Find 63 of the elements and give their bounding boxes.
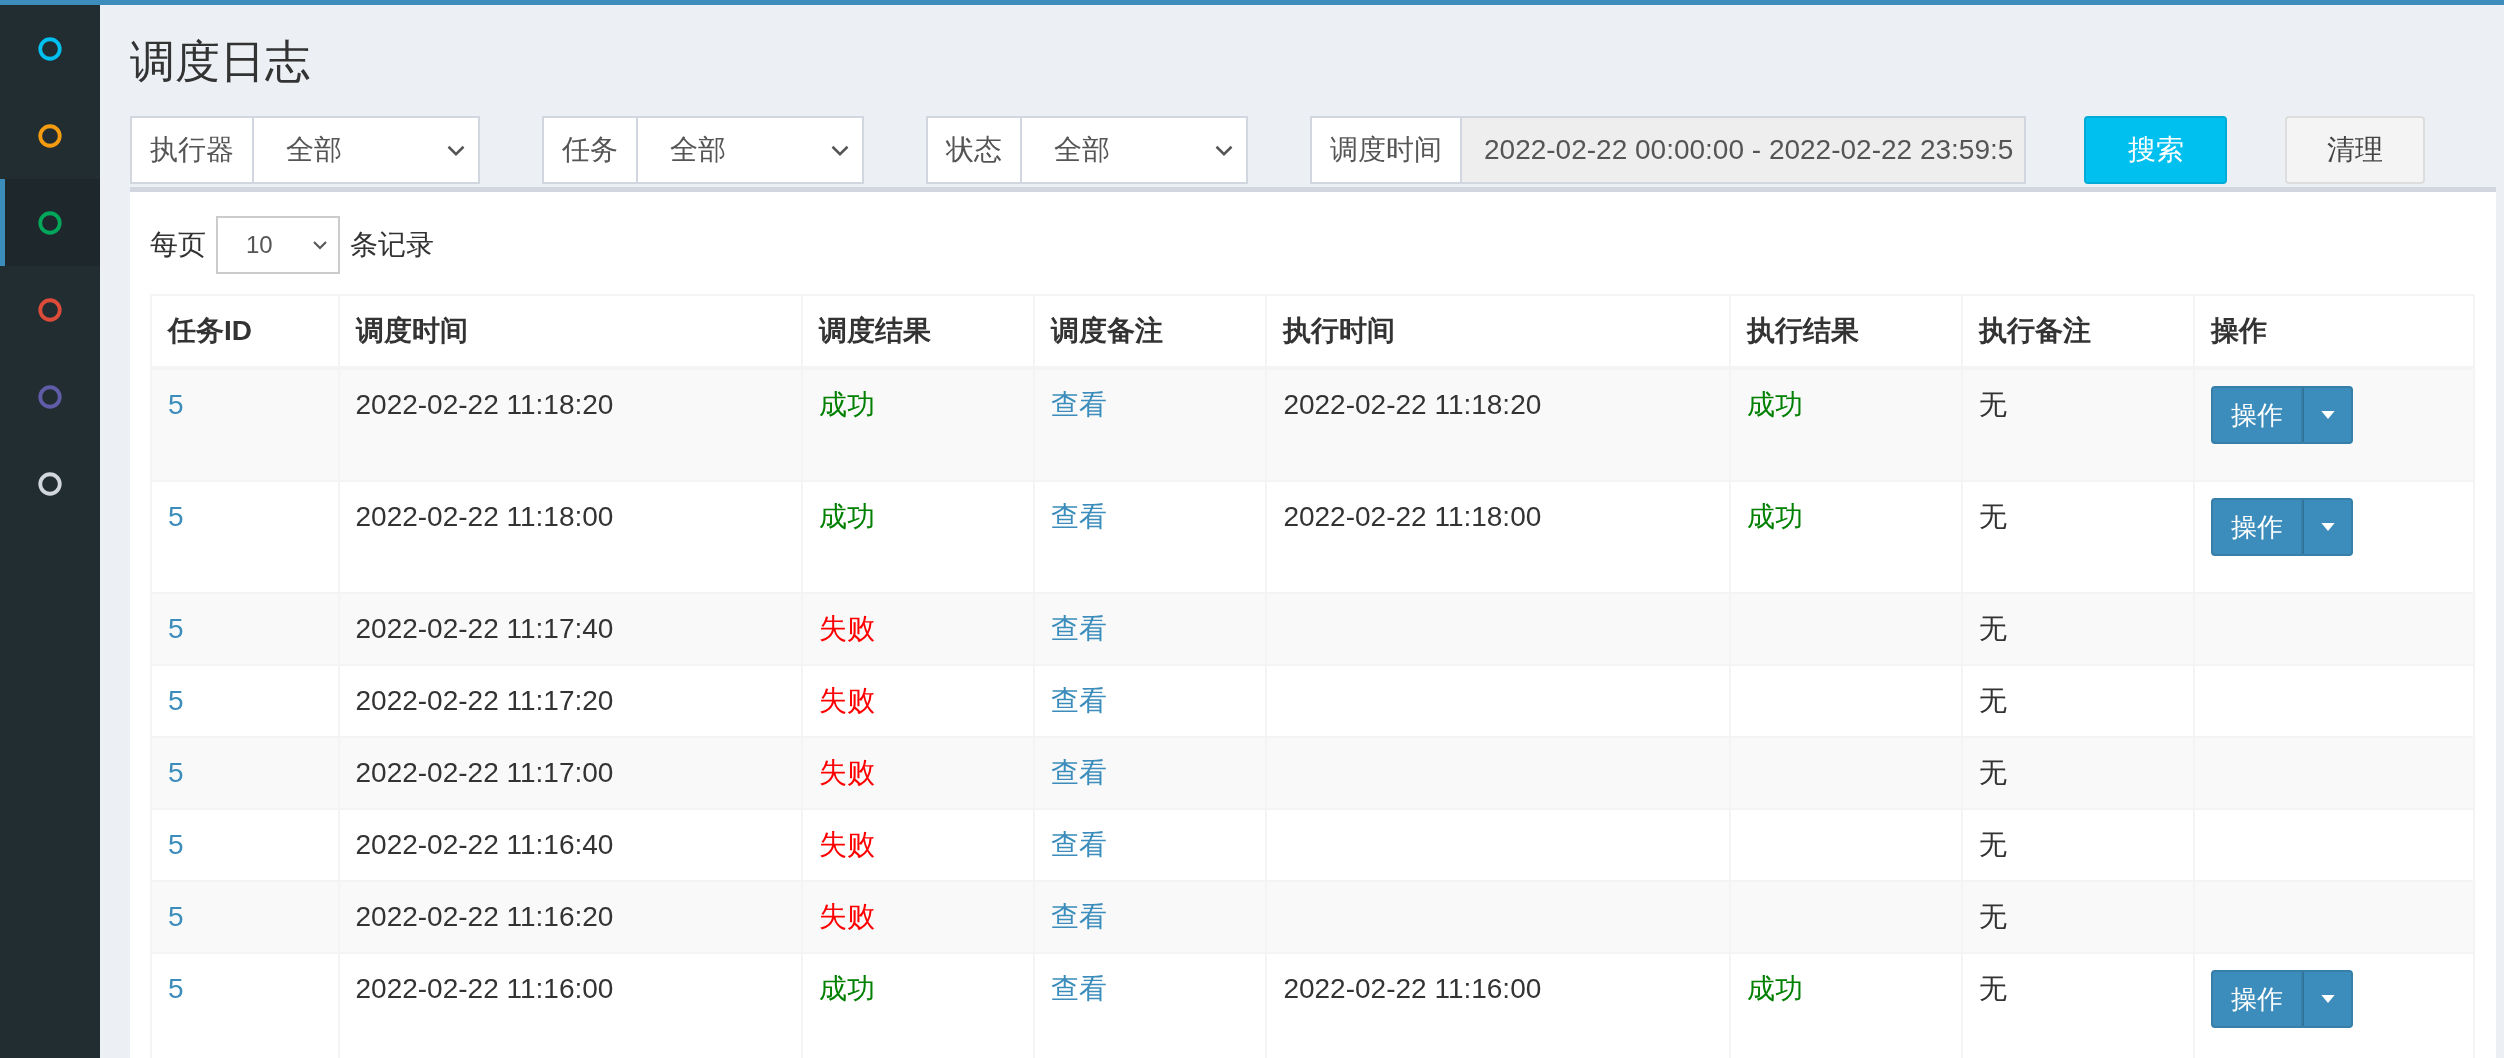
search-button[interactable]: 搜索 xyxy=(2084,116,2227,184)
table-cell: 无 xyxy=(1979,901,2008,932)
table-cell: 2022-02-22 11:16:40 xyxy=(355,829,614,860)
status-text: 成功 xyxy=(819,389,876,420)
task-id-link[interactable]: 5 xyxy=(168,901,184,932)
table-cell: 无 xyxy=(1979,685,2008,716)
table-cell: 2022-02-22 11:16:20 xyxy=(355,901,614,932)
status-text: 成功 xyxy=(1747,501,1804,532)
view-link[interactable]: 查看 xyxy=(1051,501,1108,532)
table-cell: 无 xyxy=(1979,389,2008,420)
status-text: 失败 xyxy=(819,829,876,860)
status-text: 失败 xyxy=(819,613,876,644)
task-id-link[interactable]: 5 xyxy=(168,757,184,788)
clear-button[interactable]: 清理 xyxy=(2285,116,2425,184)
view-link[interactable]: 查看 xyxy=(1051,685,1108,716)
table-cell: 2022-02-22 11:17:40 xyxy=(355,613,614,644)
table-cell: 2022-02-22 11:17:00 xyxy=(355,757,614,788)
caret-icon xyxy=(2320,523,2335,531)
page-size-select[interactable]: 10 xyxy=(216,216,340,274)
table-cell: 2022-02-22 11:18:00 xyxy=(1283,501,1542,532)
view-link[interactable]: 查看 xyxy=(1051,389,1108,420)
view-link[interactable]: 查看 xyxy=(1051,901,1108,932)
task-id-link[interactable]: 5 xyxy=(168,501,184,532)
task-id-link[interactable]: 5 xyxy=(168,829,184,860)
page-title: 调度日志 xyxy=(130,35,311,89)
action-button[interactable]: 操作 xyxy=(2211,970,2304,1028)
dropdown-toggle[interactable] xyxy=(2303,386,2354,444)
view-link[interactable]: 查看 xyxy=(1051,757,1108,788)
chevron-down-icon xyxy=(312,240,328,250)
dropdown-toggle[interactable] xyxy=(2303,498,2354,556)
status-text: 失败 xyxy=(819,901,876,932)
task-id-link[interactable]: 5 xyxy=(168,685,184,716)
sidebar-item[interactable] xyxy=(0,179,100,266)
table-cell: 无 xyxy=(1979,829,2008,860)
status-text: 成功 xyxy=(1747,973,1804,1004)
status-text: 成功 xyxy=(819,973,876,1004)
table-cell: 2022-02-22 11:18:20 xyxy=(355,389,614,420)
view-link[interactable]: 查看 xyxy=(1051,973,1108,1004)
status-text: 成功 xyxy=(1747,389,1804,420)
status-text: 成功 xyxy=(819,501,876,532)
view-link[interactable]: 查看 xyxy=(1051,613,1108,644)
caret-icon xyxy=(2320,995,2335,1003)
action-button[interactable]: 操作 xyxy=(2211,386,2304,444)
table-cell: 无 xyxy=(1979,757,2008,788)
label-text: 条记录 xyxy=(350,228,434,262)
view-link[interactable]: 查看 xyxy=(1051,829,1108,860)
status-text: 失败 xyxy=(819,757,876,788)
task-id-link[interactable]: 5 xyxy=(168,613,184,644)
table-cell: 2022-02-22 11:18:00 xyxy=(355,501,614,532)
table-cell: 2022-02-22 11:16:00 xyxy=(355,973,614,1004)
table-cell: 无 xyxy=(1979,973,2008,1004)
table-cell: 无 xyxy=(1979,501,2008,532)
dropdown-toggle[interactable] xyxy=(2303,970,2354,1028)
task-id-link[interactable]: 5 xyxy=(168,389,184,420)
table-cell: 无 xyxy=(1979,613,2008,644)
action-button[interactable]: 操作 xyxy=(2211,498,2304,556)
table-cell: 2022-02-22 11:16:00 xyxy=(1283,973,1542,1004)
label-text: 每页 xyxy=(150,228,206,262)
task-id-link[interactable]: 5 xyxy=(168,973,184,1004)
table-cell: 2022-02-22 11:17:20 xyxy=(355,685,614,716)
table-cell: 2022-02-22 11:18:20 xyxy=(1283,389,1542,420)
status-text: 失败 xyxy=(819,685,876,716)
caret-icon xyxy=(2320,411,2335,419)
